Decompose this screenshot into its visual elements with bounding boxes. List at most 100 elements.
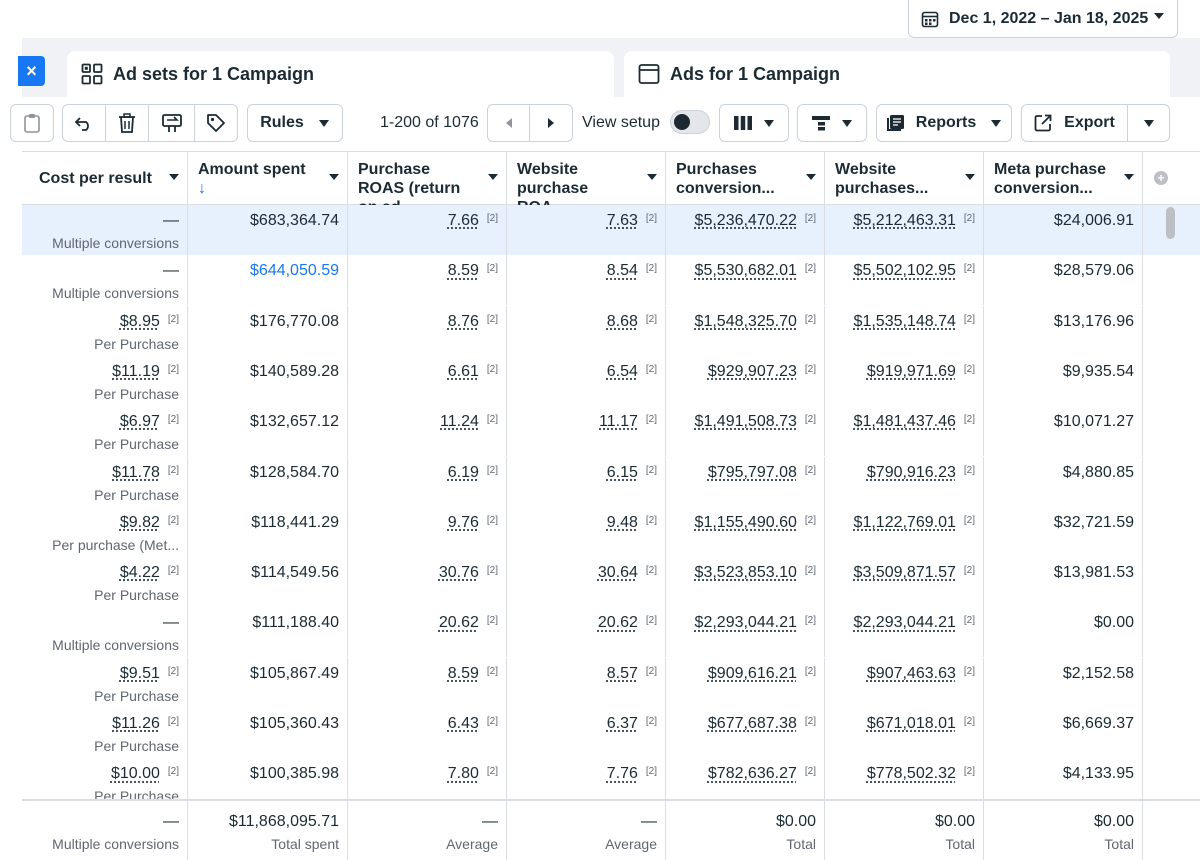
delete-button[interactable] bbox=[105, 104, 149, 142]
table-row[interactable]: $11.19 [2] Per Purchase $140,589.28 6.61 [2] 6… bbox=[22, 356, 1200, 406]
website-purchase-roas-value[interactable]: 8.57 [2] bbox=[607, 665, 657, 683]
rules-dropdown[interactable]: Rules bbox=[247, 104, 343, 142]
vertical-scrollbar[interactable] bbox=[1166, 207, 1175, 239]
website-purchase-roas-value[interactable]: 8.68 [2] bbox=[607, 313, 657, 331]
cost-per-result-value[interactable]: $9.51 [2] bbox=[120, 665, 179, 683]
cost-per-result-value[interactable]: $8.95 [2] bbox=[120, 313, 179, 331]
purchases-conversion-value-value[interactable]: $1,491,508.73 [2] bbox=[695, 413, 816, 431]
purchases-conversion-value-value[interactable]: $1,155,490.60 [2] bbox=[695, 514, 816, 532]
column-header-purchase-roas[interactable]: Purchase ROAS (return on ad... bbox=[347, 152, 506, 205]
cost-per-result-value[interactable]: $11.26 [2] bbox=[112, 715, 179, 733]
chevron-down-icon bbox=[965, 174, 975, 180]
purchase-roas-value[interactable]: 9.76 [2] bbox=[448, 514, 498, 532]
chevron-down-icon bbox=[488, 174, 498, 180]
duplicate-button[interactable] bbox=[10, 104, 54, 142]
website-purchase-roas-value[interactable]: 6.54 [2] bbox=[607, 363, 657, 381]
purchases-conversion-value-value[interactable]: $929,907.23 [2] bbox=[708, 363, 816, 381]
table-row[interactable]: $8.95 [2] Per Purchase $176,770.08 8.76 [2] 8.… bbox=[22, 306, 1200, 356]
website-purchases-value-value[interactable]: $5,212,463.31 [2] bbox=[854, 212, 975, 230]
website-purchases-value-value[interactable]: $3,509,871.57 [2] bbox=[854, 564, 975, 582]
table-row[interactable]: $9.51 [2] Per Purchase $105,867.49 8.59 [2] 8.… bbox=[22, 658, 1200, 708]
website-purchases-value-value[interactable]: $5,502,102.95 [2] bbox=[854, 262, 975, 280]
purchase-roas-value[interactable]: 6.61 [2] bbox=[448, 363, 498, 381]
export-options-button[interactable] bbox=[1127, 104, 1170, 142]
website-purchases-value-value[interactable]: $1,122,769.01 [2] bbox=[854, 514, 975, 532]
amount-spent-value: $140,589.28 bbox=[250, 363, 339, 381]
ab-test-button[interactable] bbox=[148, 104, 195, 142]
table-row[interactable]: $6.97 [2] Per Purchase $132,657.12 11.24 [2] 1… bbox=[22, 406, 1200, 456]
website-purchases-value-value[interactable]: $1,535,148.74 [2] bbox=[854, 313, 975, 331]
website-purchase-roas-value[interactable]: 8.54 [2] bbox=[607, 262, 657, 280]
purchases-conversion-value-value[interactable]: $782,636.27 [2] bbox=[708, 765, 816, 783]
purchases-conversion-value-value[interactable]: $3,523,853.10 [2] bbox=[695, 564, 816, 582]
cost-per-result-value[interactable]: $9.82 [2] bbox=[120, 514, 179, 532]
website-purchase-roas-value[interactable]: 7.76 [2] bbox=[607, 765, 657, 783]
website-purchases-value-value[interactable]: $671,018.01 [2] bbox=[867, 715, 975, 733]
website-purchases-value-value[interactable]: $790,916.23 [2] bbox=[867, 464, 975, 482]
cost-per-result-value[interactable]: $6.97 [2] bbox=[120, 413, 179, 431]
website-purchase-roas-value[interactable]: 6.37 [2] bbox=[607, 715, 657, 733]
purchase-roas-value[interactable]: 6.43 [2] bbox=[448, 715, 498, 733]
purchase-roas-value[interactable]: 8.59 [2] bbox=[448, 665, 498, 683]
table-row[interactable]: — Multiple conversions $683,364.74 7.66 [2] 7… bbox=[22, 205, 1200, 255]
purchases-conversion-value-value[interactable]: $909,616.21 [2] bbox=[708, 665, 816, 683]
date-range-picker[interactable]: Dec 1, 2022 – Jan 18, 2025 bbox=[908, 0, 1178, 38]
website-purchases-value-value[interactable]: $778,502.32 [2] bbox=[867, 765, 975, 783]
close-icon[interactable]: × bbox=[18, 56, 45, 86]
purchases-conversion-value-value[interactable]: $5,530,682.01 [2] bbox=[695, 262, 816, 280]
website-purchase-roas-value[interactable]: 11.17 [2] bbox=[599, 413, 657, 431]
website-purchases-value-value[interactable]: $907,463.63 [2] bbox=[867, 665, 975, 683]
add-column-button[interactable]: + bbox=[1142, 152, 1200, 205]
purchases-conversion-value-value[interactable]: $2,293,044.21 [2] bbox=[695, 614, 816, 632]
reports-dropdown[interactable]: Reports bbox=[876, 104, 1012, 142]
purchase-roas-value[interactable]: 8.76 [2] bbox=[448, 313, 498, 331]
purchase-roas-value[interactable]: 6.19 [2] bbox=[448, 464, 498, 482]
website-purchases-value-value[interactable]: $1,481,437.46 [2] bbox=[854, 413, 975, 431]
cost-per-result-value[interactable]: $11.78 [2] bbox=[112, 464, 179, 482]
column-header-meta-purchase[interactable]: Meta purchase conversion... bbox=[983, 152, 1142, 205]
tab-ads[interactable]: Ads for 1 Campaign bbox=[624, 51, 1170, 97]
previous-page-button[interactable] bbox=[487, 104, 530, 142]
table-row[interactable]: $4.22 [2] Per Purchase $114,549.56 30.76 [2] 3… bbox=[22, 557, 1200, 607]
column-header-website-purchases[interactable]: Website purchases... bbox=[824, 152, 983, 205]
breakdown-button[interactable] bbox=[797, 104, 867, 142]
purchase-roas-value[interactable]: 7.80 [2] bbox=[448, 765, 498, 783]
cost-per-result-value[interactable]: $11.19 [2] bbox=[112, 363, 179, 381]
column-header-cost-per-result[interactable]: Cost per result bbox=[29, 152, 187, 205]
cost-per-result-value[interactable]: $4.22 [2] bbox=[120, 564, 179, 582]
website-purchase-roas-value[interactable]: 30.64 [2] bbox=[598, 564, 657, 582]
table-row[interactable]: $11.78 [2] Per Purchase $128,584.70 6.19 [2] 6… bbox=[22, 457, 1200, 507]
website-purchase-roas-value[interactable]: 20.62 [2] bbox=[598, 614, 657, 632]
column-header-purchases-conversion[interactable]: Purchases conversion... bbox=[665, 152, 824, 205]
website-purchases-value-value[interactable]: $2,293,044.21 [2] bbox=[854, 614, 975, 632]
tab-adsets[interactable]: Ad sets for 1 Campaign bbox=[67, 51, 614, 97]
next-page-button[interactable] bbox=[529, 104, 573, 142]
table-row[interactable]: — Multiple conversions $644,050.59 8.59 [2] 8… bbox=[22, 255, 1200, 305]
column-header-amount-spent[interactable]: Amount spent ↓ bbox=[187, 152, 347, 205]
cost-per-result-value[interactable]: $10.00 [2] bbox=[111, 765, 179, 783]
table-row[interactable]: $9.82 [2] Per purchase (Met... $118,441.29 9… bbox=[22, 507, 1200, 557]
purchase-roas-value[interactable]: 11.24 [2] bbox=[440, 413, 498, 431]
website-purchase-roas-value[interactable]: 7.63 [2] bbox=[607, 212, 657, 230]
purchase-roas-value[interactable]: 7.66 [2] bbox=[448, 212, 498, 230]
purchases-conversion-value-value[interactable]: $1,548,325.70 [2] bbox=[695, 313, 816, 331]
purchase-roas-value[interactable]: 20.62 [2] bbox=[439, 614, 498, 632]
undo-button[interactable] bbox=[62, 104, 106, 142]
website-purchases-value-value[interactable]: $919,971.69 [2] bbox=[867, 363, 975, 381]
website-purchase-roas-value[interactable]: 9.48 [2] bbox=[607, 514, 657, 532]
row-spacer-cell bbox=[1142, 356, 1200, 406]
purchases-conversion-value-value[interactable]: $5,236,470.22 [2] bbox=[695, 212, 816, 230]
tag-button[interactable] bbox=[194, 104, 238, 142]
columns-button[interactable] bbox=[719, 104, 789, 142]
table-row[interactable]: — Multiple conversions $111,188.40 20.62 [2]… bbox=[22, 607, 1200, 657]
purchases-conversion-value-value[interactable]: $677,687.38 [2] bbox=[708, 715, 816, 733]
table-row[interactable]: $11.26 [2] Per Purchase $105,360.43 6.43 [2] 6… bbox=[22, 708, 1200, 758]
view-setup-toggle[interactable] bbox=[670, 110, 710, 134]
purchase-roas-value[interactable]: 8.59 [2] bbox=[448, 262, 498, 280]
export-icon bbox=[1034, 114, 1052, 132]
purchases-conversion-value-value[interactable]: $795,797.08 [2] bbox=[708, 464, 816, 482]
column-header-website-purchase-roas[interactable]: Website purchase ROA... bbox=[506, 152, 665, 205]
export-button[interactable]: Export bbox=[1021, 104, 1128, 142]
purchase-roas-value[interactable]: 30.76 [2] bbox=[439, 564, 498, 582]
website-purchase-roas-value[interactable]: 6.15 [2] bbox=[607, 464, 657, 482]
